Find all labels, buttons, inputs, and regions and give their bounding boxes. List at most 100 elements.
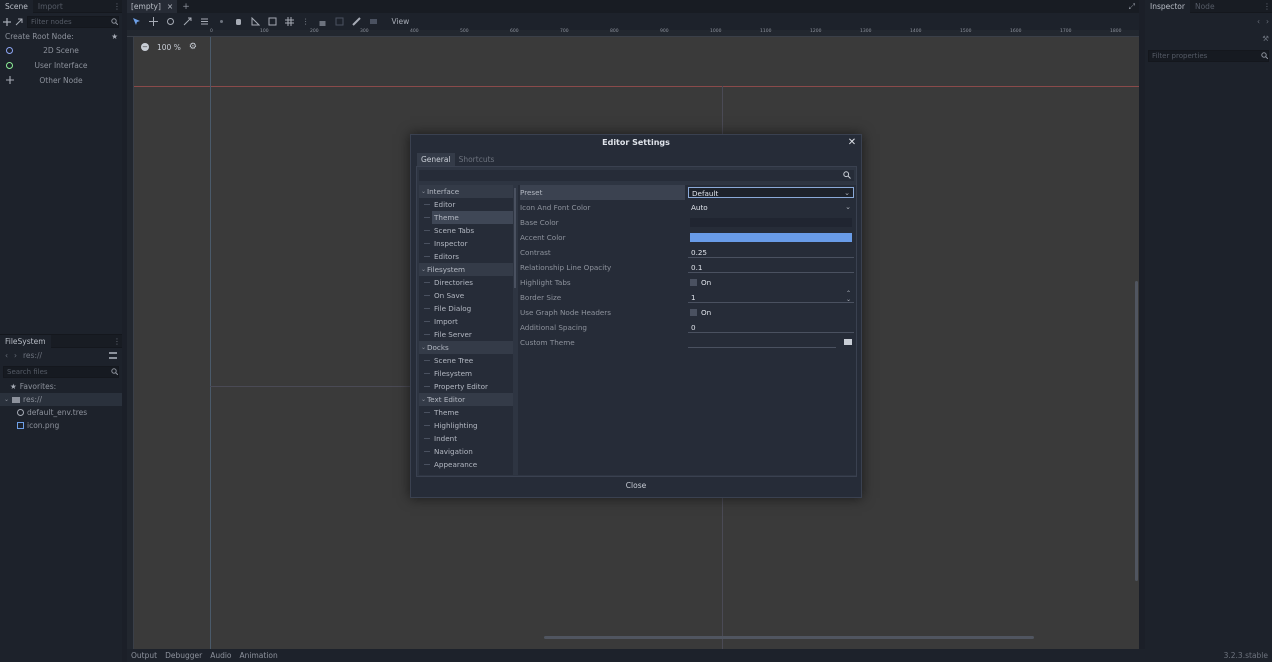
tree-item-import[interactable]: Import [419,315,513,328]
highlight-tabs-checkbox[interactable]: On [688,277,854,288]
tree-item-property-editor[interactable]: Property Editor [419,380,513,393]
snap-toggle-icon[interactable] [268,17,277,26]
preset-dropdown[interactable]: Default ⌄ [688,187,854,198]
tree-item-appearance[interactable]: Appearance [419,458,513,471]
tab-debugger[interactable]: Debugger [165,651,202,660]
bone-icon[interactable] [351,17,361,26]
history-back-icon[interactable]: ‹ [1257,17,1260,26]
grid-toggle-icon[interactable] [285,17,294,26]
zoom-out-icon[interactable]: − [141,43,149,51]
rotate-tool-icon[interactable] [166,17,175,26]
pivot-tool-icon[interactable] [217,17,226,26]
instance-link-icon[interactable] [15,18,23,26]
search-icon [1261,52,1268,59]
close-icon[interactable]: ✕ [846,135,858,151]
dock-menu-icon[interactable]: ⋮ [1263,2,1271,11]
additional-spacing-slider[interactable]: 0 [688,322,854,333]
zoom-reset-icon[interactable]: ⚙ [189,42,197,52]
tree-scrollbar[interactable] [514,188,516,288]
split-view-icon[interactable] [109,352,117,359]
viewport-v-scrollbar[interactable] [1135,281,1138,581]
border-size-spinbox[interactable]: 1 ⌃ ⌄ [688,291,854,303]
accent-color-swatch[interactable] [690,233,852,242]
spin-arrows-icon[interactable]: ⌃ ⌄ [846,291,851,303]
search-files-input[interactable]: Search files [3,365,119,378]
tree-item-theme[interactable]: Theme [419,211,513,224]
base-color-swatch[interactable] [690,218,852,227]
search-icon [111,368,118,375]
tab-inspector[interactable]: Inspector [1145,0,1190,13]
tree-item-editors[interactable]: Editors [419,250,513,263]
tree-section-text-editor[interactable]: ⌄ Text Editor [419,393,513,406]
tree-item-highlighting[interactable]: Highlighting [419,419,513,432]
folder-icon[interactable] [844,339,852,345]
pan-tool-icon[interactable] [234,17,243,26]
tree-item-file-server[interactable]: File Server [419,328,513,341]
camera-override-icon[interactable] [369,17,378,26]
lock-icon[interactable] [318,17,327,26]
settings-search-input[interactable] [419,170,854,181]
tab-filesystem[interactable]: FileSystem [0,334,51,348]
file-item[interactable]: icon.png [0,419,122,432]
view-menu[interactable]: View [392,17,410,26]
tree-item-inspector[interactable]: Inspector [419,237,513,250]
icon-font-color-dropdown[interactable]: Auto ⌄ [688,202,854,213]
dock-menu-icon[interactable]: ⋮ [113,2,121,11]
graph-node-headers-checkbox[interactable]: On [688,307,854,318]
group-icon[interactable] [335,17,344,26]
tree-item-directories[interactable]: Directories [419,276,513,289]
scene-tab-empty[interactable]: [empty] × [127,0,178,13]
file-item[interactable]: default_env.tres [0,406,122,419]
more-options-icon[interactable]: ⋮ [302,17,310,26]
tree-item-scene-tree[interactable]: Scene Tree [419,354,513,367]
tab-scene[interactable]: Scene [0,0,33,13]
tab-output[interactable]: Output [131,651,157,660]
root-option-other-node[interactable]: Other Node [0,73,122,88]
tree-item-navigation[interactable]: Navigation [419,445,513,458]
tab-general[interactable]: General [417,153,455,166]
res-root-folder[interactable]: ⌄ res:// [0,393,122,406]
list-select-icon[interactable] [200,17,209,26]
close-button[interactable]: Close [621,479,651,492]
root-option-user-interface[interactable]: User Interface [0,58,122,73]
tools-icon[interactable]: ⚒ [1262,34,1269,43]
relationship-opacity-slider[interactable]: 0.1 [688,262,854,273]
viewport-h-scrollbar[interactable] [544,636,1034,639]
tree-item-scene-tabs[interactable]: Scene Tabs [419,224,513,237]
current-path[interactable]: res:// [23,351,103,360]
favorites-row[interactable]: ★ Favorites: [0,380,122,393]
filter-nodes-input[interactable]: Filter nodes [27,15,119,28]
tab-audio[interactable]: Audio [210,651,231,660]
tree-item-editor[interactable]: Editor [419,198,513,211]
tab-node[interactable]: Node [1190,0,1220,13]
back-arrow-icon[interactable]: ‹ [5,351,8,360]
ruler-tool-icon[interactable] [251,17,260,26]
close-icon[interactable]: × [167,0,173,13]
move-tool-icon[interactable] [149,17,158,26]
tree-item-file-dialog[interactable]: File Dialog [419,302,513,315]
tree-section-docks[interactable]: ⌄ Docks [419,341,513,354]
scale-tool-icon[interactable] [183,17,192,26]
tab-shortcuts[interactable]: Shortcuts [455,153,499,166]
tree-item-text-theme[interactable]: Theme [419,406,513,419]
tree-item-on-save[interactable]: On Save [419,289,513,302]
distraction-free-icon[interactable]: ⤢ [1129,2,1135,12]
tree-item-filesystem[interactable]: Filesystem [419,367,513,380]
select-tool-icon[interactable] [132,17,141,26]
tab-import[interactable]: Import [33,0,68,13]
dock-menu-icon[interactable]: ⋮ [113,337,121,346]
contrast-slider[interactable]: 0.25 [688,247,854,258]
tab-animation[interactable]: Animation [240,651,278,660]
forward-arrow-icon[interactable]: › [14,351,17,360]
favorite-star-icon[interactable]: ★ [111,30,118,43]
tree-item-indent[interactable]: Indent [419,432,513,445]
tree-section-interface[interactable]: ⌄ Interface [419,185,513,198]
add-node-icon[interactable] [3,17,11,26]
zoom-level[interactable]: 100 % [157,43,181,52]
history-forward-icon[interactable]: › [1266,17,1269,26]
custom-theme-path[interactable] [688,337,836,348]
tree-section-filesystem[interactable]: ⌄ Filesystem [419,263,513,276]
filter-properties-input[interactable]: Filter properties [1148,49,1269,62]
add-tab-icon[interactable]: + [182,2,190,12]
root-option-2d-scene[interactable]: 2D Scene [0,43,122,58]
